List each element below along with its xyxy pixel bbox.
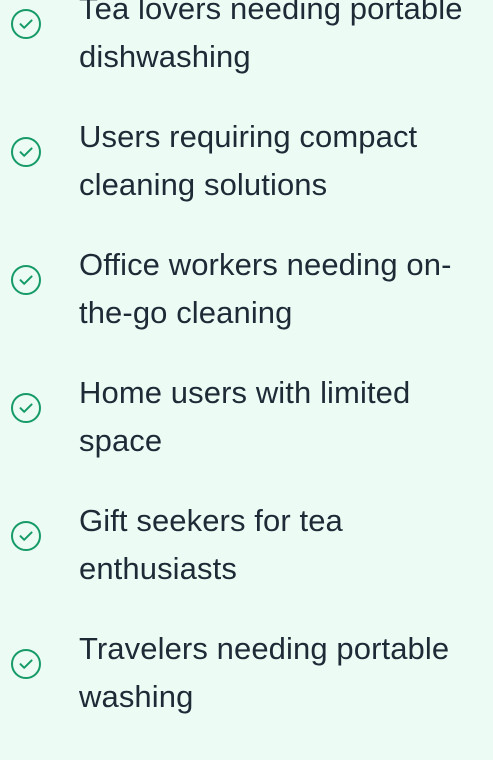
list-item: Home users with limited space	[0, 375, 493, 504]
check-circle-icon	[10, 520, 42, 552]
list-item-label: Office workers needing on-the-go cleanin…	[79, 247, 452, 330]
list-item: Office workers needing on-the-go cleanin…	[0, 247, 493, 376]
audience-list: Tea lovers needing portable dishwashing …	[0, 0, 493, 729]
check-circle-icon	[10, 8, 42, 40]
check-circle-icon	[10, 264, 42, 296]
list-item-label: Tea lovers needing portable dishwashing	[79, 0, 463, 74]
list-item: Travelers needing portable washing	[0, 631, 493, 760]
list-item: Users requiring compact cleaning solutio…	[0, 119, 493, 248]
list-item-label: Gift seekers for tea enthusiasts	[79, 503, 343, 586]
list-item-label: Home users with limited space	[79, 375, 411, 458]
check-circle-icon	[10, 392, 42, 424]
list-item-label: Travelers needing portable washing	[79, 631, 450, 714]
check-circle-icon	[10, 648, 42, 680]
list-item: Gift seekers for tea enthusiasts	[0, 503, 493, 632]
check-circle-icon	[10, 136, 42, 168]
list-item-label: Users requiring compact cleaning solutio…	[79, 119, 418, 202]
list-item: Tea lovers needing portable dishwashing	[0, 0, 493, 120]
